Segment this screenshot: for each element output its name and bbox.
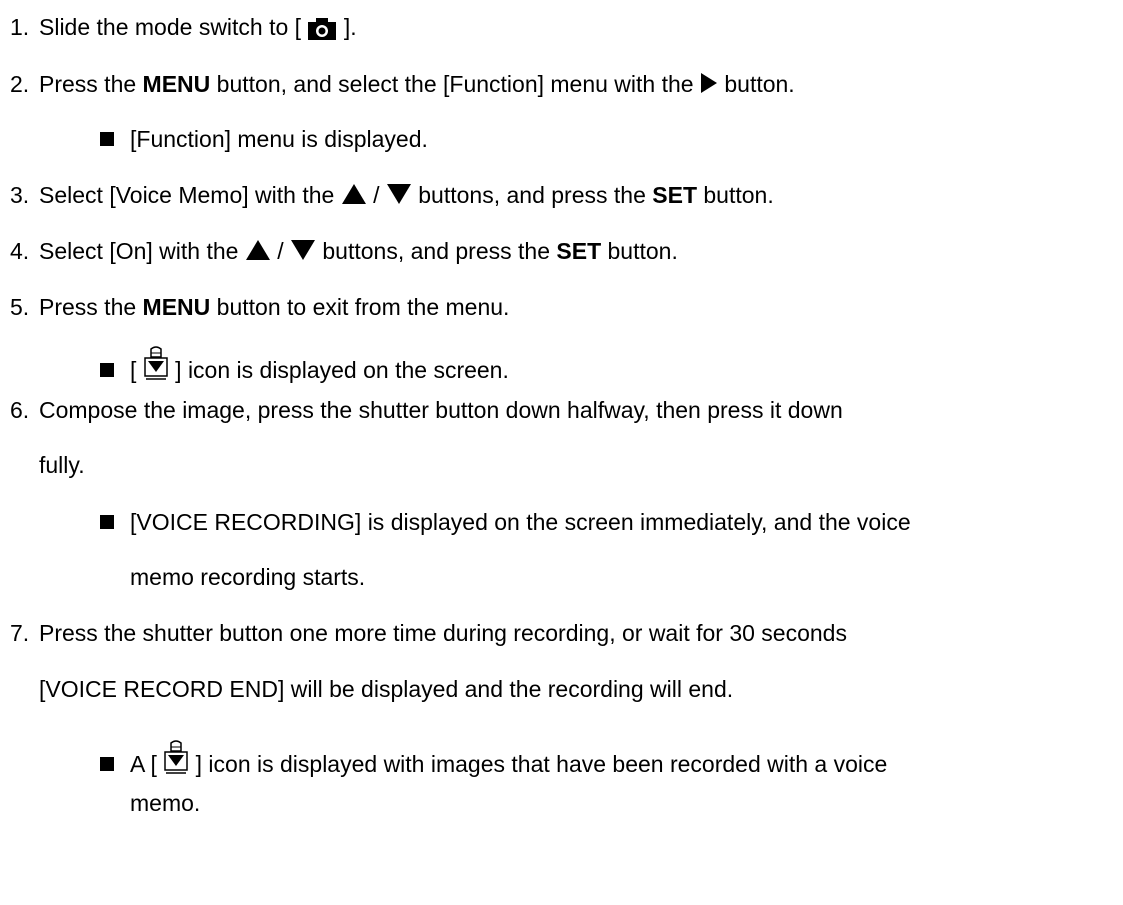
step-text: button. — [717, 71, 795, 97]
bullet-2: [Function] menu is displayed. — [100, 124, 428, 154]
step-number: 6. — [10, 397, 30, 423]
step-text: Slide the mode switch to [ — [39, 14, 308, 40]
bullet-text: [ — [130, 357, 143, 383]
set-button-label: SET — [556, 238, 602, 264]
step-7-continued: [VOICE RECORD END] will be displayed and… — [39, 676, 734, 702]
down-triangle-icon — [291, 240, 315, 260]
camera-icon — [308, 17, 337, 40]
bullet-7-continued: memo. — [130, 790, 201, 816]
menu-button-label: MENU — [142, 71, 211, 97]
step-text: buttons, and press the — [411, 182, 653, 208]
right-triangle-icon — [700, 73, 717, 93]
step-text: Press the — [39, 71, 143, 97]
bullet-5: [ ] icon is displayed on the screen. — [100, 346, 509, 385]
up-triangle-icon — [341, 184, 366, 204]
step-number: 5. — [10, 294, 30, 320]
bullet-square-icon — [100, 515, 114, 529]
step-number: 2. — [10, 71, 30, 97]
bullet-square-icon — [100, 757, 114, 771]
step-text: buttons, and press the — [316, 238, 557, 264]
step-number: 4. — [10, 238, 30, 264]
step-number: 1. — [10, 14, 30, 40]
set-button-label: SET — [652, 182, 697, 208]
step-number: 7. — [10, 620, 30, 646]
bullet-text: ] icon is displayed on the screen. — [168, 357, 509, 383]
bullet-text: [Function] menu is displayed. — [130, 126, 428, 152]
step-text: button. — [601, 238, 678, 264]
up-triangle-icon — [245, 240, 270, 260]
bullet-6: [VOICE RECORDING] is displayed on the sc… — [100, 507, 911, 537]
bullet-text: A [ — [130, 751, 164, 777]
voice-memo-icon — [164, 740, 188, 774]
step-6-continued: fully. — [39, 452, 85, 478]
step-text-end: ]. — [337, 14, 357, 40]
step-text: Select [On] with the — [39, 238, 245, 264]
step-text: Compose the image, press the shutter but… — [39, 397, 843, 423]
step-number: 3. — [10, 182, 30, 208]
step-text: button, and select the [Function] menu w… — [210, 71, 700, 97]
separator: / — [270, 238, 290, 264]
step-text: Press the — [39, 294, 143, 320]
bullet-7: A [ ] icon is displayed with images that… — [100, 740, 887, 779]
bullet-square-icon — [100, 132, 114, 146]
menu-button-label: MENU — [142, 294, 211, 320]
voice-memo-icon — [144, 346, 168, 380]
step-text: Press the shutter button one more time d… — [39, 620, 847, 646]
down-triangle-icon — [386, 184, 411, 204]
separator: / — [366, 182, 386, 208]
bullet-6-continued: memo recording starts. — [130, 564, 366, 590]
bullet-text: ] icon is displayed with images that hav… — [189, 751, 888, 777]
step-text: Select [Voice Memo] with the — [39, 182, 341, 208]
bullet-text: [VOICE RECORDING] is displayed on the sc… — [130, 509, 911, 535]
step-text: button to exit from the menu. — [210, 294, 510, 320]
step-text: button. — [697, 182, 774, 208]
bullet-square-icon — [100, 363, 114, 377]
